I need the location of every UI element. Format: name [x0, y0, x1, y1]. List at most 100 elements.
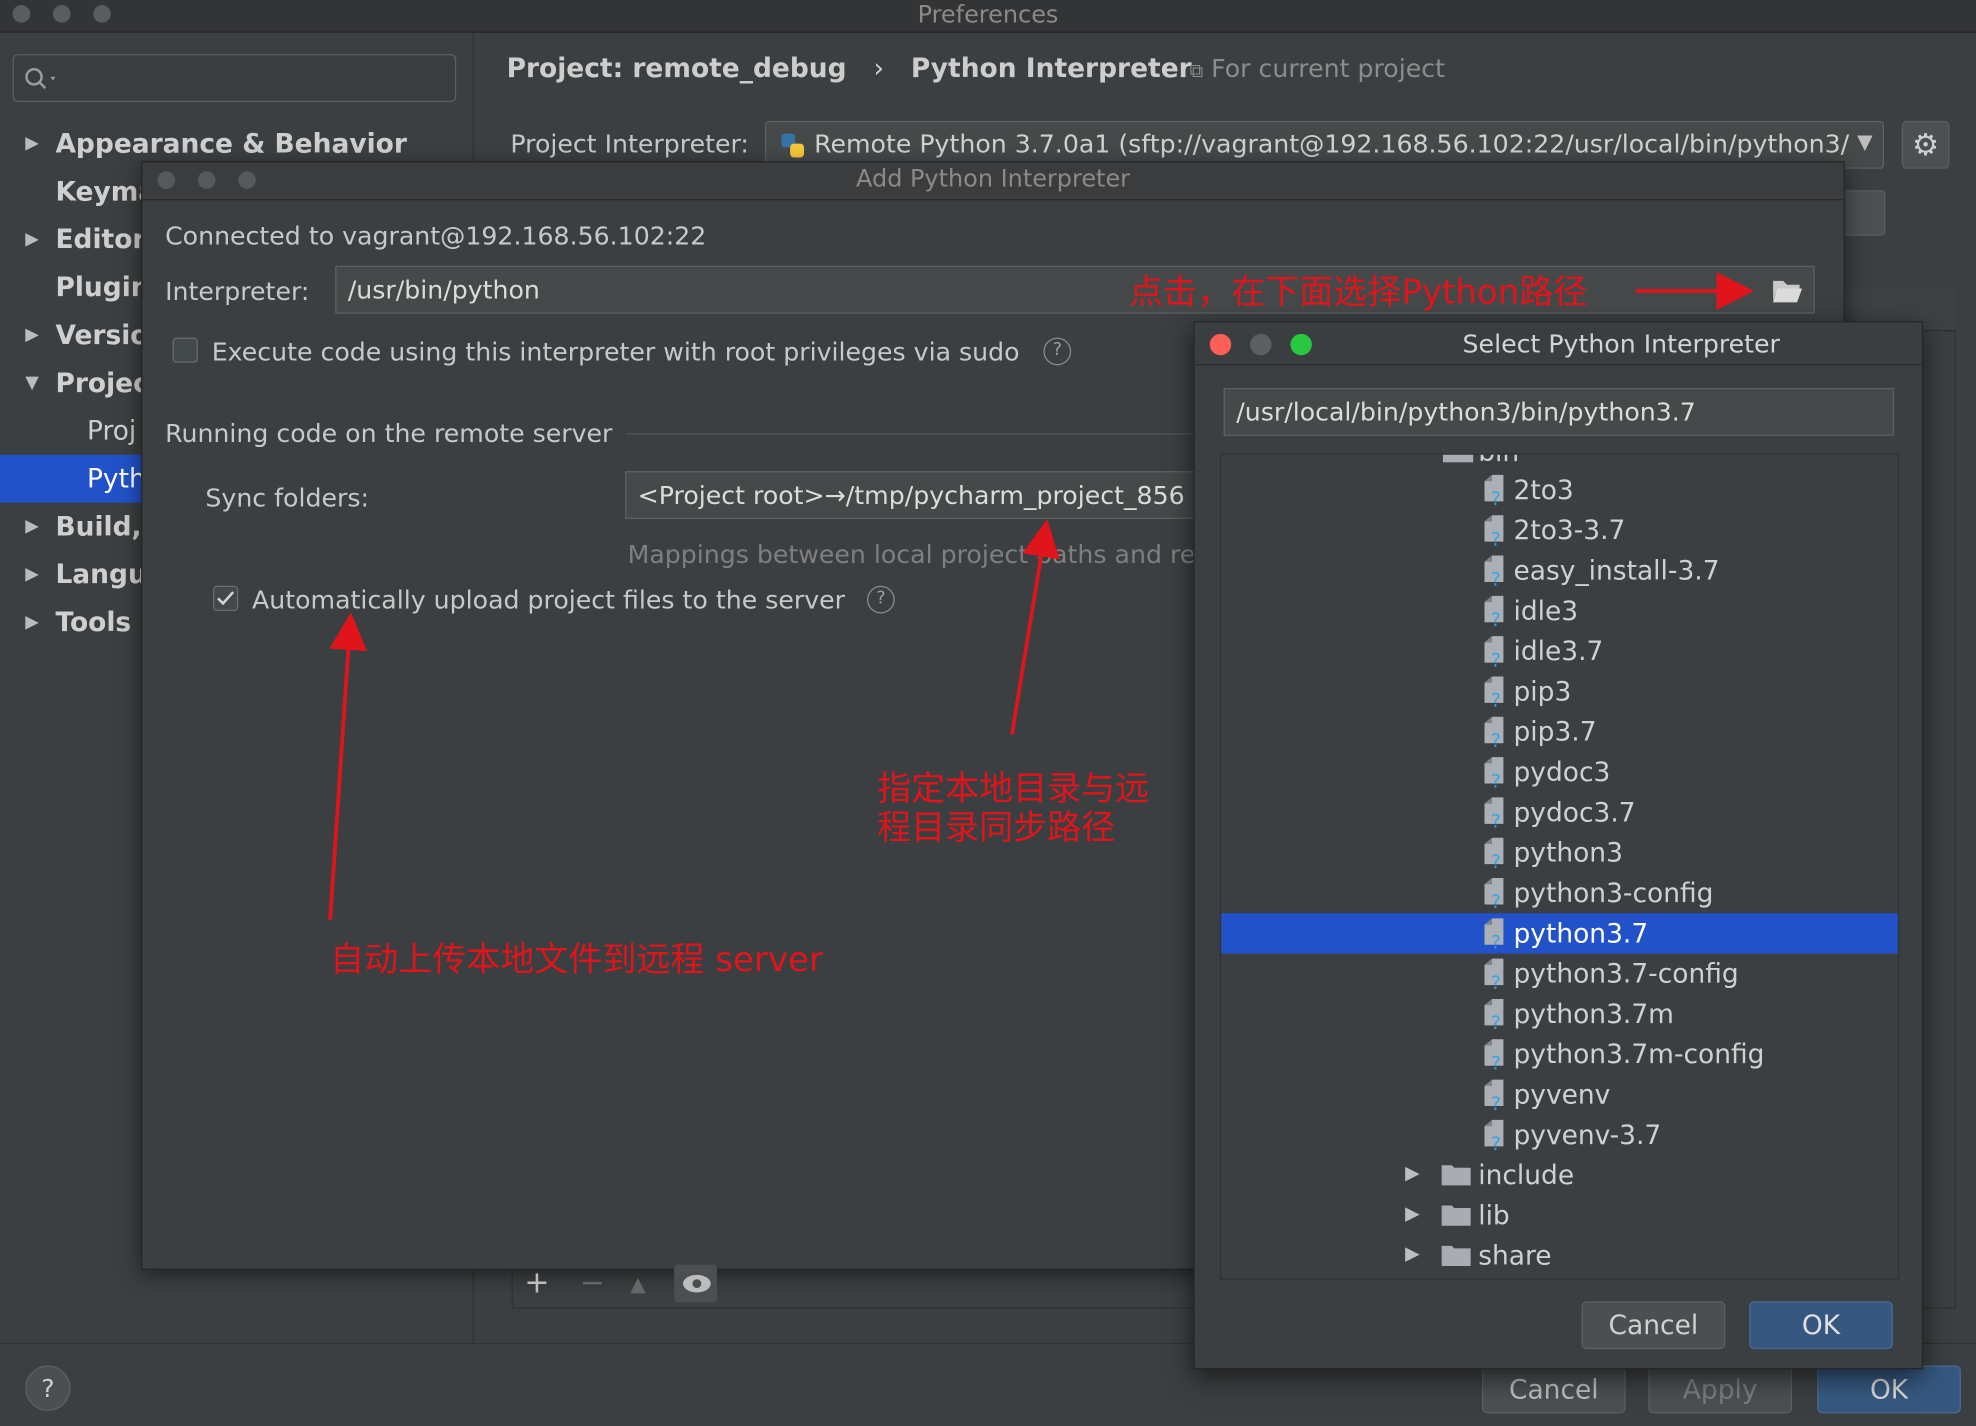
title-bar: Preferences: [0, 0, 1976, 33]
chevron-right-icon[interactable]: ▶: [1405, 1242, 1420, 1265]
help-button[interactable]: ?: [25, 1365, 71, 1411]
auto-upload-help-icon[interactable]: ?: [867, 585, 895, 614]
unknown-file-icon: ?: [1484, 998, 1504, 1030]
unknown-file-icon: ?: [1484, 757, 1504, 789]
chevron-right-icon[interactable]: ▶: [25, 598, 39, 646]
interpreter-path-value: /usr/bin/python: [347, 274, 540, 305]
folder-tree-label: include: [1478, 1160, 1575, 1191]
zoom-select-dialog-icon[interactable]: [1290, 333, 1312, 356]
unknown-file-icon: ?: [1484, 1039, 1504, 1071]
interpreter-path-input[interactable]: /usr/bin/python: [335, 265, 1815, 314]
chevron-right-icon[interactable]: ▶: [25, 550, 39, 598]
apply-button[interactable]: Apply: [1648, 1365, 1793, 1414]
file-tree-label: idle3.7: [1513, 636, 1604, 667]
file-tree-row[interactable]: ? python3-config: [1221, 873, 1898, 913]
chevron-right-icon[interactable]: ▶: [1405, 1202, 1420, 1225]
file-tree-row[interactable]: ? easy_install-3.7: [1221, 550, 1898, 590]
file-tree-row[interactable]: ? pip3: [1221, 671, 1898, 711]
remove-mapping-button[interactable]: −: [580, 1265, 605, 1300]
file-tree-label: python3.7-config: [1513, 958, 1739, 989]
unknown-file-icon: ?: [1484, 1079, 1504, 1111]
sync-folders-label: Sync folders:: [205, 482, 369, 513]
project-interpreter-value: Remote Python 3.7.0a1 (sftp://vagrant@19…: [814, 128, 1850, 159]
checkmark-icon: [217, 591, 235, 606]
file-tree-row[interactable]: ? pyvenv: [1221, 1075, 1898, 1115]
search-input[interactable]: [12, 54, 457, 103]
file-tree-row[interactable]: ? python3.7: [1221, 913, 1898, 954]
python-logo-icon: [781, 133, 805, 158]
sidebar-item-label: Projec: [55, 367, 149, 399]
file-tree-row[interactable]: ? pydoc3: [1221, 752, 1898, 792]
show-paths-button[interactable]: [674, 1264, 718, 1303]
sudo-checkbox[interactable]: [172, 337, 198, 363]
sidebar-item-label: Versio: [55, 319, 149, 351]
file-tree-row[interactable]: ? pyvenv-3.7: [1221, 1115, 1898, 1155]
file-tree-row[interactable]: ? pip3.7: [1221, 712, 1898, 752]
unknown-file-icon: ?: [1484, 837, 1504, 869]
preferences-ok-button[interactable]: OK: [1817, 1365, 1961, 1414]
file-tree[interactable]: bin ?2to3?2to3-3.7?easy_install-3.7?idle…: [1219, 453, 1900, 1280]
folder-tree-row[interactable]: ▶ share: [1221, 1236, 1898, 1276]
unknown-file-icon: ?: [1484, 958, 1504, 990]
file-tree-row[interactable]: ? idle3: [1221, 591, 1898, 631]
chevron-right-icon[interactable]: ▶: [25, 215, 39, 263]
svg-text:?: ?: [1491, 770, 1501, 788]
chevron-right-icon[interactable]: ▶: [25, 120, 39, 168]
file-tree-label: python3.7: [1513, 918, 1649, 949]
breadcrumb-page: Python Interpreter: [910, 52, 1192, 84]
svg-text:?: ?: [1491, 609, 1501, 627]
section-title: Running code on the remote server: [165, 418, 613, 449]
select-cancel-button[interactable]: Cancel: [1581, 1301, 1726, 1350]
minimize-select-dialog-icon[interactable]: [1250, 333, 1272, 356]
chevron-right-icon[interactable]: ▶: [1405, 1161, 1420, 1184]
folder-tree-row[interactable]: ▶ lib: [1221, 1195, 1898, 1235]
folder-icon: [1441, 1165, 1471, 1186]
unknown-file-icon: ?: [1484, 555, 1504, 587]
select-path-input[interactable]: /usr/local/bin/python3/bin/python3.7: [1223, 387, 1895, 436]
file-tree-label: idle3: [1513, 595, 1579, 627]
browse-folder-button[interactable]: [1766, 271, 1809, 309]
svg-text:?: ?: [1491, 932, 1501, 950]
sync-folders-value: <Project root>→/tmp/pycharm_project_856: [637, 479, 1185, 511]
unknown-file-icon: ?: [1484, 515, 1504, 547]
file-tree-row[interactable]: ? python3.7m: [1221, 994, 1898, 1034]
sync-folders-input[interactable]: <Project root>→/tmp/pycharm_project_856: [625, 471, 1205, 519]
file-tree-row[interactable]: ? python3.7-config: [1221, 954, 1898, 994]
file-tree-row[interactable]: ? python3: [1221, 833, 1898, 873]
unknown-file-icon: ?: [1484, 878, 1504, 910]
preferences-cancel-button[interactable]: Cancel: [1481, 1365, 1626, 1414]
file-tree-row[interactable]: ? python3.7m-config: [1221, 1034, 1898, 1074]
select-ok-button[interactable]: OK: [1749, 1301, 1893, 1350]
mappings-hint: Mappings between local project paths and…: [627, 539, 1195, 570]
sidebar-item-label: Proj: [86, 415, 137, 446]
file-tree-label: pyvenv: [1513, 1079, 1611, 1110]
svg-text:?: ?: [1491, 649, 1501, 667]
breadcrumb: Project: remote_debug › Python Interpret…: [507, 50, 1192, 88]
upload-annotation: 自动上传本地文件到远程 server: [330, 940, 823, 981]
file-tree-label: pyvenv-3.7: [1513, 1119, 1662, 1151]
sudo-help-icon[interactable]: ?: [1043, 337, 1072, 366]
file-tree-row[interactable]: ? 2to3: [1221, 470, 1898, 510]
file-tree-label: pip3.7: [1513, 716, 1597, 748]
svg-text:?: ?: [1491, 851, 1501, 869]
move-up-icon[interactable]: ▲: [630, 1272, 646, 1296]
browse-interpreter-button[interactable]: [1839, 190, 1886, 236]
chevron-right-icon[interactable]: ▶: [25, 311, 39, 359]
file-tree-label: python3: [1513, 837, 1623, 868]
window-title: Preferences: [917, 1, 1059, 29]
folder-tree-label: share: [1478, 1240, 1552, 1272]
select-dialog-titlebar: Select Python Interpreter: [1194, 322, 1922, 366]
auto-upload-checkbox[interactable]: [212, 585, 239, 611]
chevron-right-icon[interactable]: ▶: [25, 503, 39, 551]
svg-text:?: ?: [1491, 891, 1501, 909]
unknown-file-icon: ?: [1484, 716, 1504, 748]
file-tree-row[interactable]: ? idle3.7: [1221, 631, 1898, 671]
interpreter-settings-button[interactable]: ⚙: [1901, 120, 1950, 169]
folder-tree-row[interactable]: ▶ include: [1221, 1155, 1898, 1195]
file-tree-row[interactable]: ? 2to3-3.7: [1221, 510, 1898, 550]
unknown-file-icon: ?: [1484, 636, 1504, 668]
file-tree-row[interactable]: ? pydoc3.7: [1221, 792, 1898, 832]
close-select-dialog-icon[interactable]: [1209, 333, 1232, 356]
add-mapping-button[interactable]: +: [524, 1265, 549, 1300]
chevron-down-icon[interactable]: ▼: [25, 359, 39, 407]
